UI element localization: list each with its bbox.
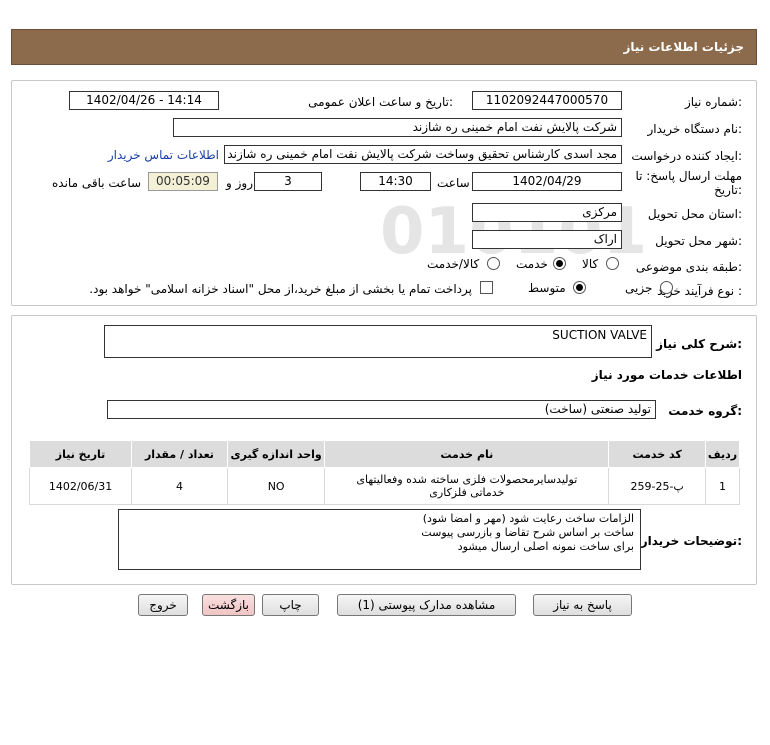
col-need-date: تاریخ نیاز	[28, 440, 133, 468]
need-number-field: 1102092447000570	[472, 91, 622, 110]
city-field: اراک	[472, 230, 622, 249]
creator-label: ایجاد کننده درخواست:	[631, 149, 742, 163]
remaining-time-field: 00:05:09	[148, 172, 218, 191]
col-service-code: کد خدمت	[608, 440, 707, 468]
category-option-goods: کالا	[582, 257, 599, 271]
col-service-name: نام خدمت	[324, 440, 610, 468]
deadline-time-label: ساعت	[437, 176, 470, 190]
process-radio-minor[interactable]	[660, 281, 673, 294]
print-button[interactable]: چاپ	[262, 594, 319, 616]
summary-label: شرح کلی نیاز:	[656, 337, 742, 351]
back-button[interactable]: بازگشت	[202, 594, 255, 616]
city-label: شهر محل تحویل:	[655, 234, 742, 248]
category-radio-goods-service[interactable]	[487, 257, 500, 270]
view-attachments-button[interactable]: مشاهده مدارک پیوستی (1)	[337, 594, 516, 616]
cell-need-date: 1402/06/31	[28, 467, 133, 505]
exit-button[interactable]: خروج	[138, 594, 188, 616]
days-field: 3	[254, 172, 322, 191]
category-label: طبقه بندی موضوعی:	[635, 260, 742, 274]
creator-field: مجد اسدی کارشناس تحقیق وساخت شرکت پالایش…	[224, 145, 622, 164]
notes-label: توضیحات خریدار:	[640, 534, 742, 548]
notes-line-1: الزامات ساخت رعایت شود (مهر و امضا شود)	[422, 512, 634, 525]
cell-row-number: 1	[705, 467, 740, 505]
notes-line-3: برای ساخت نمونه اصلی ارسال میشود	[457, 540, 634, 553]
cell-service-name: تولیدسایرمحصولات فلزی ساخته شده وفعالیته…	[324, 467, 610, 505]
deadline-label-line1: مهلت ارسال پاسخ: تا	[635, 169, 742, 183]
treasury-checkbox[interactable]	[480, 281, 493, 294]
deadline-time-field: 14:30	[360, 172, 431, 191]
cell-quantity: 4	[131, 467, 228, 505]
buyer-org-field: شرکت پالایش نفت امام خمینی ره شازند	[173, 118, 622, 137]
deadline-label-line2: تاریخ:	[714, 183, 742, 197]
buyer-contact-link[interactable]: اطلاعات تماس خریدار	[108, 148, 219, 162]
cell-service-code: پ-25-259	[608, 467, 707, 505]
services-table: تاریخ نیاز تعداد / مقدار واحد اندازه گیر…	[28, 440, 740, 505]
category-radio-service[interactable]	[553, 257, 566, 270]
treasury-note: پرداخت تمام یا بخشی از مبلغ خرید،از محل …	[89, 282, 472, 296]
col-row: ردیف	[705, 440, 740, 468]
summary-field: SUCTION VALVE	[104, 325, 652, 358]
table-row: 1402/06/31 4 NO تولیدسایرمحصولات فلزی سا…	[28, 467, 740, 505]
days-label: روز و	[226, 176, 253, 190]
col-unit: واحد اندازه گیری	[226, 440, 326, 468]
province-field: مرکزی	[472, 203, 622, 222]
col-quantity: تعداد / مقدار	[131, 440, 228, 468]
category-radio-goods[interactable]	[606, 257, 619, 270]
category-option-goods-service: کالا/خدمت	[427, 257, 480, 271]
page-title: جزئیات اطلاعات نیاز	[623, 40, 744, 54]
page-header: جزئیات اطلاعات نیاز	[11, 29, 757, 65]
category-option-service: خدمت	[516, 257, 548, 271]
province-label: استان محل تحویل:	[647, 207, 742, 221]
process-option-minor: جزیی	[625, 281, 653, 295]
deadline-date-field: 1402/04/29	[472, 172, 622, 191]
announce-field: 1402/04/26 - 14:14	[69, 91, 219, 110]
notes-line-2: ساخت بر اساس شرح تقاضا و بازرسی پیوست	[421, 526, 634, 539]
reply-button[interactable]: پاسخ به نیاز	[533, 594, 632, 616]
process-radio-medium[interactable]	[573, 281, 586, 294]
services-heading: اطلاعات خدمات مورد نیاز	[591, 368, 742, 382]
notes-field: الزامات ساخت رعایت شود (مهر و امضا شود) …	[118, 509, 641, 570]
buyer-org-label: نام دستگاه خریدار:	[647, 122, 743, 136]
cell-unit: NO	[226, 467, 326, 505]
service-group-field: تولید صنعتی (ساخت)	[107, 400, 656, 419]
remaining-label: ساعت باقی مانده	[52, 176, 142, 190]
process-option-medium: متوسط	[528, 281, 566, 295]
announce-label: تاریخ و ساعت اعلان عمومی:	[308, 95, 453, 109]
service-group-label: گروه خدمت:	[668, 404, 742, 418]
need-number-label: شماره نیاز:	[684, 95, 742, 109]
